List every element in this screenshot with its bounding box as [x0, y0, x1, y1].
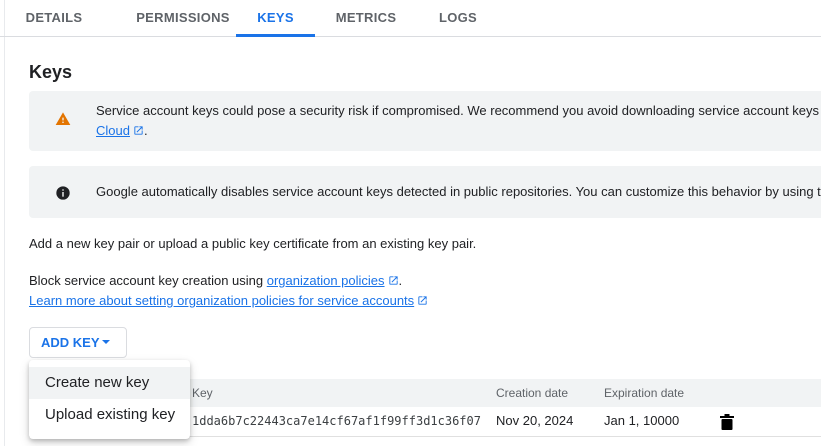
info-banner: Google automatically disables service ac… — [29, 166, 821, 218]
tab-bar: DETAILS PERMISSIONS KEYS METRICS LOGS — [0, 0, 821, 37]
add-key-button[interactable]: ADD KEY — [29, 327, 127, 358]
info-icon — [56, 186, 70, 200]
add-key-menu: Create new key Upload existing key — [29, 360, 190, 439]
caret-down-icon — [102, 340, 110, 344]
warning-icon — [55, 112, 71, 125]
info-text: Google automatically disables service ac… — [96, 184, 821, 199]
key-id: 1dda6b7c22443ca7e14cf67af1f99ff3d1c36f07 — [192, 414, 481, 428]
expiration-date: Jan 1, 10000 — [604, 413, 680, 428]
external-link-icon — [388, 276, 398, 285]
column-header-creation-date[interactable]: Creation date — [496, 379, 568, 407]
warning-text-line2: Cloud. — [96, 121, 819, 141]
column-header-expiration-date[interactable]: Expiration date — [604, 379, 684, 407]
external-link-icon — [418, 296, 427, 305]
organization-policies-link[interactable]: organization policies — [267, 273, 385, 288]
section-title: Keys — [29, 62, 73, 82]
block-creation-prefix: Block service account key creation using — [29, 273, 267, 288]
tab-details[interactable]: DETAILS — [13, 0, 95, 36]
warning-banner: Service account keys could pose a securi… — [29, 91, 821, 151]
tab-keys[interactable]: KEYS — [236, 0, 315, 37]
tab-permissions[interactable]: PERMISSIONS — [117, 0, 249, 36]
delete-icon[interactable] — [720, 414, 734, 430]
menu-item-create-new-key[interactable]: Create new key — [29, 367, 190, 399]
add-key-description: Add a new key pair or upload a public ke… — [29, 236, 477, 251]
warning-link-suffix: . — [143, 123, 148, 138]
left-border — [4, 0, 5, 446]
warning-text: Service account keys could pose a securi… — [96, 101, 819, 141]
learn-more-row: Learn more about setting organization po… — [29, 291, 428, 311]
tab-metrics[interactable]: METRICS — [328, 0, 404, 36]
creation-date: Nov 20, 2024 — [496, 413, 574, 428]
block-creation-suffix: . — [398, 273, 403, 288]
menu-item-upload-existing-key[interactable]: Upload existing key — [29, 399, 190, 431]
learn-more-link[interactable]: Learn more about setting organization po… — [29, 293, 414, 308]
tab-logs[interactable]: LOGS — [426, 0, 490, 36]
warning-text-line: Service account keys could pose a securi… — [96, 103, 820, 118]
external-link-icon — [134, 126, 143, 135]
column-header-key[interactable]: Key — [192, 379, 213, 407]
add-key-label: ADD KEY — [41, 335, 100, 350]
cloud-link[interactable]: Cloud — [96, 123, 130, 138]
block-creation-text: Block service account key creation using… — [29, 271, 402, 291]
